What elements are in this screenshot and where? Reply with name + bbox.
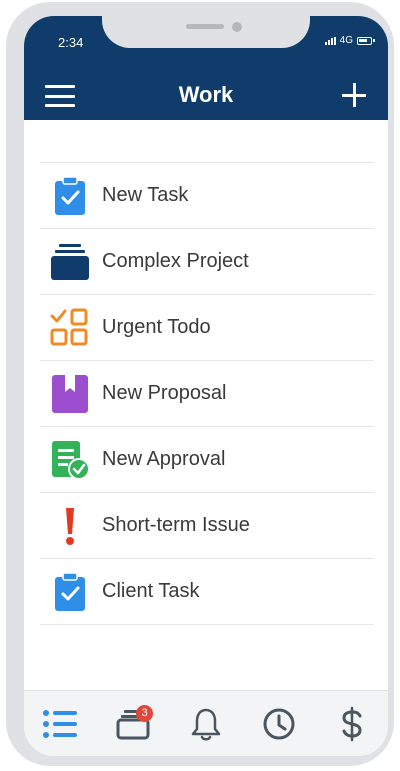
checklist-grid-icon bbox=[50, 308, 90, 348]
document-approved-icon bbox=[50, 440, 90, 480]
bottom-nav: 3 bbox=[24, 690, 388, 756]
task-label: New Proposal bbox=[102, 382, 227, 404]
page-title: Work bbox=[178, 82, 234, 107]
list-item[interactable]: Urgent Todo bbox=[40, 295, 374, 361]
nav-billing[interactable] bbox=[327, 699, 377, 749]
status-indicators: 4G bbox=[324, 35, 375, 46]
list-item[interactable]: Client Task bbox=[40, 559, 374, 625]
nav-cards[interactable]: 3 bbox=[108, 699, 158, 749]
list-item[interactable]: New Proposal bbox=[40, 361, 374, 427]
task-label: Complex Project bbox=[102, 250, 249, 272]
bell-icon bbox=[191, 708, 221, 741]
phone-frame: 2:34 4G Work New Task Complex Project Ur… bbox=[6, 2, 394, 766]
nav-list[interactable] bbox=[35, 699, 85, 749]
task-label: Short-term Issue bbox=[102, 514, 250, 536]
task-list: New Task Complex Project Urgent Todo New… bbox=[40, 162, 374, 625]
task-label: New Task bbox=[102, 184, 189, 206]
list-item[interactable]: New Task bbox=[40, 163, 374, 229]
camera bbox=[232, 22, 242, 32]
exclamation-icon bbox=[50, 506, 90, 546]
signal-icon bbox=[324, 36, 336, 45]
status-time: 2:34 bbox=[58, 35, 84, 50]
screen: 2:34 4G Work New Task Complex Project Ur… bbox=[24, 16, 388, 756]
task-label: Client Task bbox=[102, 580, 200, 602]
speaker bbox=[186, 24, 224, 29]
add-button[interactable] bbox=[342, 83, 366, 107]
stacked-folders-icon bbox=[50, 242, 90, 282]
clipboard-check-icon bbox=[50, 175, 90, 216]
list-icon bbox=[43, 710, 78, 738]
list-item[interactable]: Complex Project bbox=[40, 229, 374, 295]
bookmark-icon bbox=[50, 374, 90, 414]
network-type: 4G bbox=[339, 35, 353, 46]
list-item[interactable]: Short-term Issue bbox=[40, 493, 374, 559]
battery-icon bbox=[357, 36, 375, 45]
list-item[interactable]: New Approval bbox=[40, 427, 374, 493]
nav-notifications[interactable] bbox=[181, 699, 231, 749]
task-label: New Approval bbox=[102, 448, 226, 470]
dollar-icon bbox=[342, 706, 362, 742]
nav-history[interactable] bbox=[254, 699, 304, 749]
clock-icon bbox=[263, 708, 295, 740]
task-label: Urgent Todo bbox=[102, 316, 211, 338]
notch bbox=[102, 16, 310, 48]
clipboard-check-icon bbox=[50, 571, 90, 612]
app-header: 2:34 4G Work bbox=[24, 16, 388, 120]
